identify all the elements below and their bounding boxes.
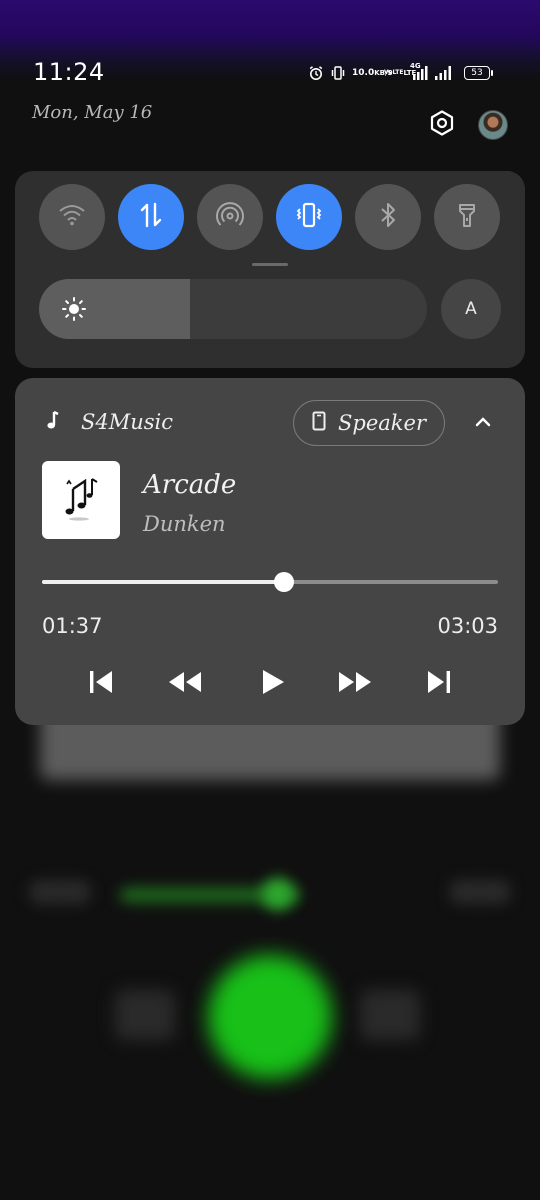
data-arrows-icon	[138, 201, 164, 233]
vibrate-icon	[330, 65, 346, 81]
chevron-up-icon[interactable]	[473, 414, 493, 433]
avatar	[478, 110, 508, 140]
network-speed: 10.0 KB/S	[352, 67, 393, 78]
media-player-card: S4Music Speaker Arcade Dunken 01:37 03:0…	[15, 378, 525, 725]
hotspot-icon	[216, 201, 244, 233]
track-artist: Dunken	[143, 512, 226, 536]
quick-settings-panel: A	[15, 171, 525, 368]
signal-icon	[434, 65, 454, 81]
media-app-header: S4Music	[45, 410, 173, 434]
music-note-icon	[45, 410, 61, 434]
vibrate-icon	[294, 200, 324, 234]
auto-brightness-button[interactable]: A	[441, 279, 501, 339]
media-app-name: S4Music	[81, 410, 174, 434]
tile-bluetooth[interactable]	[355, 184, 421, 250]
blurred-total	[450, 880, 510, 904]
album-art	[42, 461, 120, 539]
gear-hexagon-icon	[428, 109, 456, 141]
tile-vibrate[interactable]	[276, 184, 342, 250]
play-button[interactable]	[253, 668, 293, 700]
playback-progress-bar[interactable]	[42, 572, 498, 592]
output-device-label: Speaker	[338, 411, 426, 435]
alarm-icon	[308, 65, 324, 81]
tile-wifi[interactable]	[39, 184, 105, 250]
skip-next-button[interactable]	[419, 668, 459, 700]
skip-previous-icon	[87, 669, 115, 699]
tile-hotspot[interactable]	[197, 184, 263, 250]
volte-label: VoLTE	[384, 69, 404, 76]
panel-drag-handle[interactable]	[252, 263, 288, 266]
progress-thumb[interactable]	[273, 572, 294, 592]
settings-button[interactable]	[425, 108, 459, 142]
elapsed-time: 01:37	[42, 614, 103, 638]
brightness-slider[interactable]	[39, 279, 427, 339]
fast-forward-icon	[337, 670, 373, 698]
play-icon	[260, 668, 286, 700]
phone-icon	[312, 411, 326, 435]
tile-flashlight[interactable]	[434, 184, 500, 250]
progress-fill	[42, 580, 284, 584]
blurred-thumb	[262, 878, 294, 910]
network-type-label: 4G	[410, 62, 421, 70]
date-label: Mon, May 16	[32, 102, 153, 123]
sun-icon	[61, 296, 87, 326]
tile-mobile-data[interactable]	[118, 184, 184, 250]
status-bar: 11:24 Mon, May 16 10.0 KB/S VoLTE LTE 4G…	[0, 0, 540, 140]
network-speed-value: 10.0	[352, 67, 375, 78]
volte-indicator: VoLTE LTE	[384, 69, 416, 77]
bluetooth-icon	[376, 201, 400, 233]
battery-level: 53	[464, 66, 493, 80]
fast-forward-button[interactable]	[335, 668, 375, 700]
blurred-next	[360, 990, 420, 1040]
blurred-prev	[115, 990, 175, 1040]
signal-icon: 4G	[408, 62, 428, 81]
rewind-button[interactable]	[165, 668, 205, 700]
blurred-elapsed	[30, 880, 90, 904]
clock: 11:24	[33, 58, 105, 86]
skip-next-icon	[425, 669, 453, 699]
blurred-play-button	[208, 955, 332, 1079]
status-icons: 10.0 KB/S VoLTE LTE 4G 53	[308, 62, 493, 84]
music-notes-icon	[59, 473, 103, 527]
output-device-button[interactable]: Speaker	[293, 400, 445, 446]
skip-previous-button[interactable]	[81, 668, 121, 700]
track-title: Arcade	[143, 470, 237, 500]
total-time: 03:03	[437, 614, 498, 638]
profile-button[interactable]	[476, 108, 510, 142]
rewind-icon	[167, 670, 203, 698]
wifi-icon	[58, 203, 86, 231]
flashlight-icon	[455, 201, 479, 233]
battery-indicator: 53	[464, 66, 493, 80]
